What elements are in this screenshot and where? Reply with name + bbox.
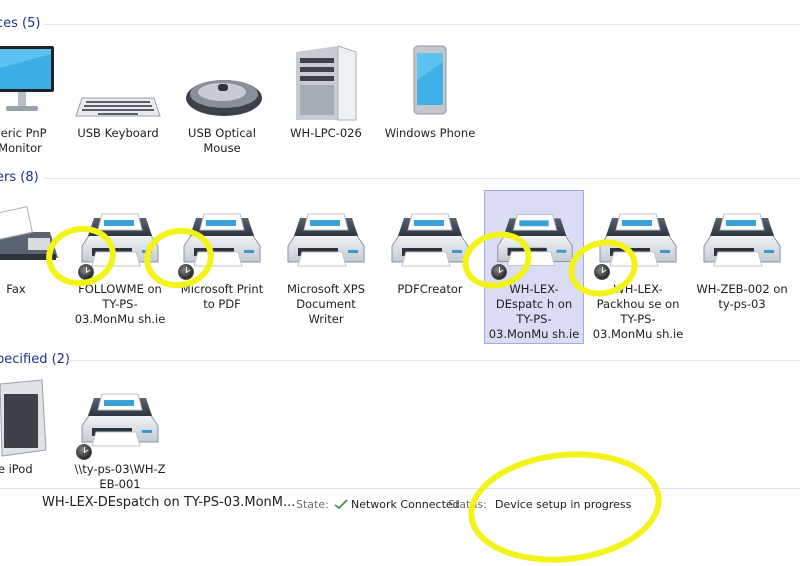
ipod-icon — [0, 376, 60, 462]
section-header-unspecified[interactable]: pecified (2) — [0, 350, 800, 370]
pending-clock-icon — [491, 264, 507, 280]
printer-label: WH-LEX-DEspatc h on TY-PS-03.MonMu sh.ie — [488, 282, 580, 341]
device-apple-ipod[interactable]: ple iPod — [0, 376, 60, 477]
printer-label: Microsoft Print to PDF — [180, 282, 264, 311]
network-icon — [334, 499, 348, 512]
printer-icon — [380, 196, 480, 282]
printer-label: FOLLOWME on TY-PS-03.MonMu sh.ie — [74, 282, 166, 326]
section-header-devices[interactable]: ces (5) — [0, 14, 800, 34]
device-windows-phone[interactable]: Windows Phone — [380, 40, 480, 141]
device-wh-lpc-026[interactable]: WH-LPC-026 — [276, 40, 376, 141]
device-label: ple iPod — [0, 462, 33, 476]
pending-clock-icon — [178, 264, 194, 280]
printer-label: PDFCreator — [397, 282, 463, 296]
printer-microsoft-xps[interactable]: Microsoft XPS Document Writer — [276, 196, 376, 327]
printer-icon — [172, 196, 272, 282]
details-pane: WH-LEX-DEspatch on TY-PS-03.MonM... Stat… — [0, 488, 800, 566]
computer-tower-icon — [276, 40, 376, 126]
section-title: pecified (2) — [0, 352, 70, 367]
printer-icon — [70, 376, 170, 462]
device-generic-monitor[interactable]: neric PnP Monitor — [0, 40, 70, 156]
printer-wh-zeb-002[interactable]: WH-ZEB-002 on ty-ps-03 — [692, 196, 792, 312]
printer-fax[interactable]: Fax — [0, 196, 66, 297]
printer-wh-lex-despatch[interactable]: WH-LEX-DEspatc h on TY-PS-03.MonMu sh.ie — [484, 190, 584, 344]
device-label: WH-LPC-026 — [290, 126, 362, 140]
state-label: State: — [296, 498, 329, 511]
section-title: ers (8) — [0, 170, 39, 185]
device-label: USB Keyboard — [77, 126, 159, 140]
fax-icon — [0, 196, 66, 282]
status-label: Status: — [448, 498, 487, 511]
printer-label: Microsoft XPS Document Writer — [286, 282, 366, 326]
device-usb-keyboard[interactable]: USB Keyboard — [68, 40, 168, 141]
selected-device-name: WH-LEX-DEspatch on TY-PS-03.MonM... — [42, 495, 296, 510]
device-label: neric PnP Monitor — [0, 126, 47, 155]
pending-clock-icon — [78, 264, 94, 280]
printer-pdfcreator[interactable]: PDFCreator — [380, 196, 480, 297]
printer-icon — [692, 196, 792, 282]
printer-label: WH-ZEB-002 on ty-ps-03 — [696, 282, 788, 311]
section-header-printers[interactable]: ers (8) — [0, 168, 800, 188]
printer-icon — [485, 196, 585, 282]
printer-followme[interactable]: FOLLOWME on TY-PS-03.MonMu sh.ie — [70, 196, 170, 327]
state-value: Network Connected — [351, 498, 460, 511]
divider — [44, 24, 800, 25]
monitor-icon — [0, 40, 70, 126]
device-label: USB Optical Mouse — [188, 126, 256, 155]
divider — [68, 360, 800, 361]
printer-microsoft-print-to-pdf[interactable]: Microsoft Print to PDF — [172, 196, 272, 312]
printer-label: WH-LEX-Packhou se on TY-PS-03.MonMu sh.i… — [592, 282, 684, 341]
printer-wh-lex-packhouse[interactable]: WH-LEX-Packhou se on TY-PS-03.MonMu sh.i… — [588, 196, 688, 342]
pending-clock-icon — [76, 444, 92, 460]
device-usb-mouse[interactable]: USB Optical Mouse — [172, 40, 272, 156]
printer-ty-ps-03-wh-zeb-001[interactable]: \\ty-ps-03\WH-Z EB-001 — [70, 376, 170, 492]
status-value: Device setup in progress — [495, 498, 632, 511]
phone-icon — [380, 40, 480, 126]
device-label: Windows Phone — [384, 126, 476, 140]
mouse-icon — [172, 40, 272, 126]
printer-icon — [276, 196, 376, 282]
divider — [44, 178, 800, 179]
printer-label: Fax — [6, 282, 26, 296]
pending-clock-icon — [594, 264, 610, 280]
printer-icon — [70, 196, 170, 282]
section-title: ces (5) — [0, 16, 41, 31]
printer-icon — [588, 196, 688, 282]
keyboard-icon — [68, 40, 168, 126]
